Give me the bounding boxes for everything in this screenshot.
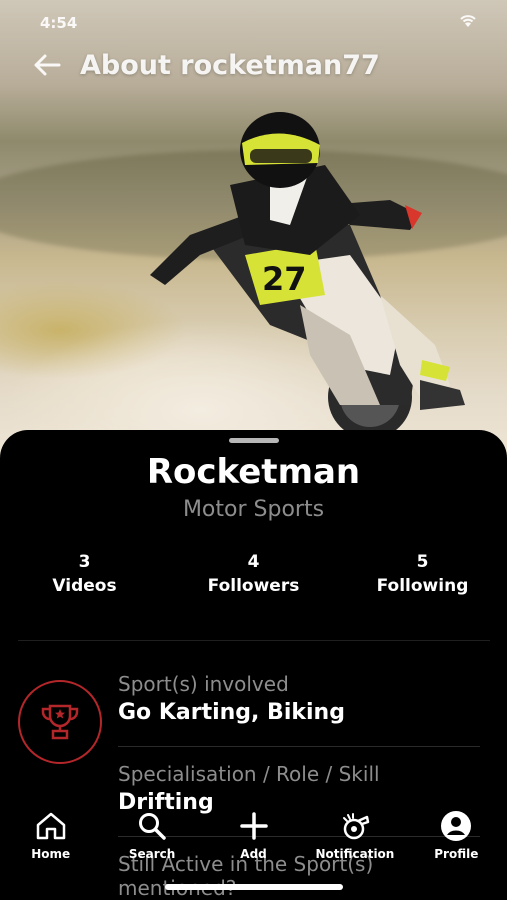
plate-number: 27 — [262, 260, 307, 298]
detail-label: Sport(s) involved — [118, 672, 289, 696]
stat-label: Videos — [52, 576, 117, 596]
page-title: About rocketman77 — [80, 49, 380, 81]
nav-search[interactable]: Search — [101, 808, 202, 872]
profile-stats: 3 Videos 4 Followers 5 Following — [0, 550, 507, 598]
stat-videos[interactable]: 3 Videos — [0, 550, 169, 598]
detail-sports: Sport(s) involved Go Karting, Biking — [118, 672, 498, 725]
stat-label: Following — [376, 576, 469, 596]
stat-count: 3 — [78, 552, 91, 572]
whistle-icon — [337, 808, 373, 844]
stat-following[interactable]: 5 Following — [338, 550, 507, 598]
plus-icon — [236, 808, 272, 844]
nav-label: Search — [128, 847, 176, 861]
status-time: 4:54 — [40, 14, 78, 32]
nav-label: Notification — [315, 847, 395, 861]
profile-category: Motor Sports — [182, 497, 325, 522]
stat-label: Followers — [207, 576, 300, 596]
nav-profile[interactable]: Profile — [406, 808, 507, 872]
profile-name: Rocketman — [146, 452, 361, 492]
home-indicator — [165, 884, 343, 890]
bottom-navigation: Home Search Add Notification Profile — [0, 808, 507, 872]
nav-label: Profile — [434, 847, 479, 861]
detail-value: Go Karting, Biking — [118, 700, 345, 725]
person-icon — [438, 808, 474, 844]
header: About rocketman77 — [30, 48, 380, 82]
field-divider — [118, 746, 480, 747]
nav-label: Add — [240, 847, 267, 861]
motocross-rider-image: 27 — [150, 112, 465, 439]
nav-notification[interactable]: Notification — [304, 808, 405, 872]
trophy-icon — [18, 680, 102, 764]
nav-home[interactable]: Home — [0, 808, 101, 872]
wifi-icon — [459, 14, 477, 32]
back-arrow-icon[interactable] — [30, 48, 64, 82]
nav-label: Home — [31, 847, 71, 861]
home-icon — [33, 808, 69, 844]
stat-count: 5 — [416, 552, 429, 572]
drag-handle[interactable] — [229, 438, 279, 443]
search-icon — [134, 808, 170, 844]
nav-add[interactable]: Add — [203, 808, 304, 872]
stat-count: 4 — [247, 552, 260, 572]
stat-followers[interactable]: 4 Followers — [169, 550, 338, 598]
section-divider — [18, 640, 490, 641]
detail-label: Specialisation / Role / Skill — [118, 762, 380, 786]
